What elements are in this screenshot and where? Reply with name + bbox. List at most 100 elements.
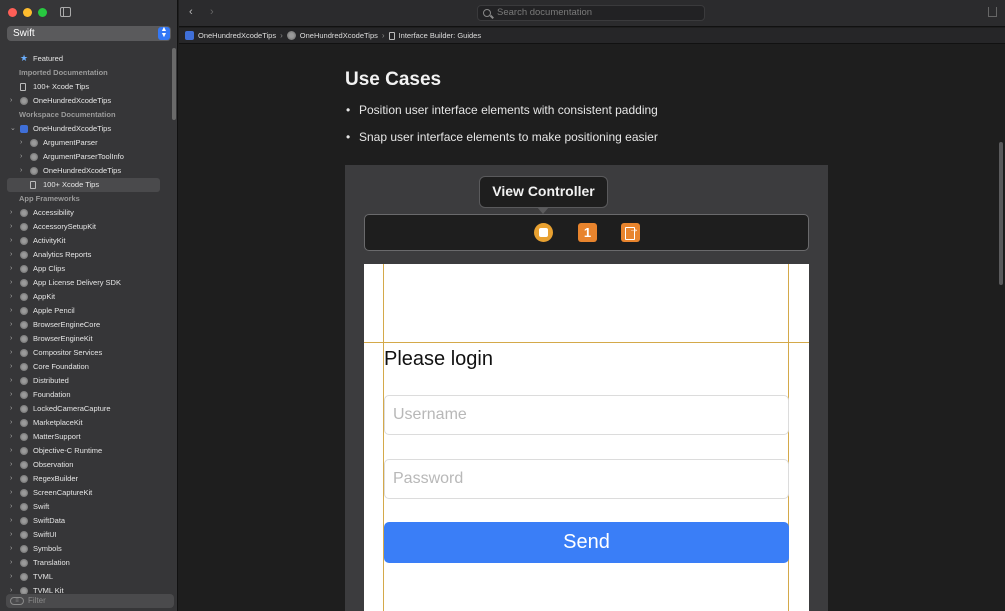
sidebar-item[interactable]: › LockedCameraCapture (0, 402, 170, 416)
close-window-button[interactable] (8, 8, 17, 17)
search-placeholder: Search documentation (497, 7, 593, 18)
sidebar-item[interactable]: › MatterSupport (0, 430, 170, 444)
star-icon: ★ (20, 53, 29, 63)
sidebar-item[interactable]: › SwiftData (0, 514, 170, 528)
sidebar-item[interactable]: › Compositor Services (0, 346, 170, 360)
sidebar-item[interactable]: 100+ Xcode Tips (7, 178, 160, 192)
content-scrollbar-thumb[interactable] (999, 142, 1003, 285)
chevron-right-icon[interactable]: › (10, 304, 12, 318)
chevron-right-icon[interactable]: › (10, 290, 12, 304)
sidebar-item[interactable]: › App License Delivery SDK (0, 276, 170, 290)
chevron-right-icon[interactable]: › (10, 360, 12, 374)
document-icon (388, 31, 395, 40)
sidebar-item[interactable]: › ActivityKit (0, 234, 170, 248)
framework-icon (20, 97, 28, 105)
sidebar-item[interactable]: › Distributed (0, 374, 170, 388)
sidebar-item[interactable]: › TVML (0, 570, 170, 584)
sidebar-item[interactable]: › OneHundredXcodeTips (0, 94, 170, 108)
chevron-right-icon[interactable]: › (10, 94, 12, 108)
chevron-right-icon[interactable]: › (10, 220, 12, 234)
chevron-right-icon[interactable]: › (10, 248, 12, 262)
chevron-right-icon[interactable]: › (10, 472, 12, 486)
sidebar-item-label: ArgumentParser (43, 138, 98, 147)
chevron-right-icon[interactable]: › (10, 556, 12, 570)
framework-icon (20, 433, 28, 441)
sidebar-item[interactable]: › AppKit (0, 290, 170, 304)
view-controller-icon (534, 223, 553, 242)
language-select[interactable]: Swift ▲ ▼ (7, 26, 171, 41)
list-item: Snap user interface elements to make pos… (345, 130, 658, 157)
chevron-right-icon[interactable]: › (10, 500, 12, 514)
chevron-right-icon[interactable]: › (10, 346, 12, 360)
sidebar-item[interactable]: › App Clips (0, 262, 170, 276)
sidebar-item[interactable]: › Swift (0, 500, 170, 514)
chevron-right-icon[interactable]: › (10, 444, 12, 458)
content-scrollbar[interactable] (997, 45, 1005, 611)
section-label: App Frameworks (19, 194, 80, 203)
sidebar-item[interactable]: › Objective-C Runtime (0, 444, 170, 458)
breadcrumb-item-article[interactable]: Interface Builder: Guides (388, 28, 481, 43)
chevron-right-icon[interactable]: › (10, 528, 12, 542)
sidebar-item[interactable]: › Core Foundation (0, 360, 170, 374)
framework-icon (20, 461, 28, 469)
search-input[interactable]: Search documentation (477, 5, 705, 21)
chevron-right-icon[interactable]: › (10, 262, 12, 276)
sidebar-item[interactable]: › Observation (0, 458, 170, 472)
sidebar-item[interactable]: › RegexBuilder (0, 472, 170, 486)
chevron-right-icon[interactable]: › (10, 388, 12, 402)
breadcrumb-item-project[interactable]: OneHundredXcodeTips (185, 28, 276, 43)
chevron-right-icon[interactable]: › (20, 164, 22, 178)
chevron-right-icon[interactable]: › (10, 234, 12, 248)
chevron-right-icon[interactable]: › (10, 416, 12, 430)
sidebar-item-label: OneHundredXcodeTips (43, 166, 122, 175)
sidebar-item[interactable]: › BrowserEngineCore (0, 318, 170, 332)
chevron-right-icon[interactable]: › (10, 486, 12, 500)
sidebar-item[interactable]: ★ Featured (0, 52, 170, 66)
sidebar-item[interactable]: › ScreenCaptureKit (0, 486, 170, 500)
filter-field[interactable]: ≡ Filter (6, 594, 174, 608)
chevron-right-icon[interactable]: › (10, 332, 12, 346)
minimize-window-button[interactable] (23, 8, 32, 17)
chevron-right-icon[interactable]: › (10, 458, 12, 472)
chevron-right-icon[interactable]: › (20, 150, 22, 164)
sidebar-item-label: Compositor Services (33, 348, 103, 357)
chevron-down-icon[interactable]: ⌄ (10, 122, 16, 136)
sidebar-item[interactable]: 100+ Xcode Tips (0, 80, 170, 94)
sidebar-item[interactable]: › BrowserEngineKit (0, 332, 170, 346)
sidebar-item[interactable]: › ArgumentParserToolInfo (0, 150, 170, 164)
chevron-right-icon[interactable]: › (10, 374, 12, 388)
sidebar-item-label: Objective-C Runtime (33, 446, 103, 455)
sidebar-item[interactable]: › MarketplaceKit (0, 416, 170, 430)
chevron-right-icon[interactable]: › (10, 402, 12, 416)
send-button: Send (384, 522, 789, 563)
sidebar-item[interactable]: › OneHundredXcodeTips (0, 164, 170, 178)
sidebar-item[interactable]: › Analytics Reports (0, 248, 170, 262)
chevron-right-icon[interactable]: › (10, 514, 12, 528)
zoom-window-button[interactable] (38, 8, 47, 17)
sidebar-item[interactable]: › AccessorySetupKit (0, 220, 170, 234)
framework-icon (20, 335, 28, 343)
sidebar-item[interactable]: › Symbols (0, 542, 170, 556)
chevron-right-icon[interactable]: › (10, 570, 12, 584)
sidebar-toggle-icon[interactable] (60, 7, 71, 17)
chevron-right-icon[interactable]: › (10, 318, 12, 332)
breadcrumb-item-module[interactable]: OneHundredXcodeTips (286, 28, 378, 43)
sidebar-item[interactable]: › ArgumentParser (0, 136, 170, 150)
search-icon (483, 9, 491, 17)
chevron-right-icon[interactable]: › (20, 136, 22, 150)
chevron-right-icon[interactable]: › (10, 542, 12, 556)
chevron-right-icon[interactable]: › (10, 276, 12, 290)
sidebar-scrollbar[interactable] (172, 48, 176, 120)
back-button[interactable]: ‹ (189, 6, 193, 18)
share-icon[interactable] (988, 7, 997, 17)
chevron-right-icon[interactable]: › (10, 430, 12, 444)
sidebar-item[interactable]: › Accessibility (0, 206, 170, 220)
forward-button[interactable]: › (210, 6, 214, 18)
exit-icon (621, 223, 640, 242)
sidebar-item[interactable]: ⌄ OneHundredXcodeTips (0, 122, 170, 136)
sidebar-item[interactable]: › SwiftUI (0, 528, 170, 542)
chevron-right-icon[interactable]: › (10, 206, 12, 220)
sidebar-item[interactable]: › Apple Pencil (0, 304, 170, 318)
sidebar-item[interactable]: › Translation (0, 556, 170, 570)
sidebar-item[interactable]: › Foundation (0, 388, 170, 402)
